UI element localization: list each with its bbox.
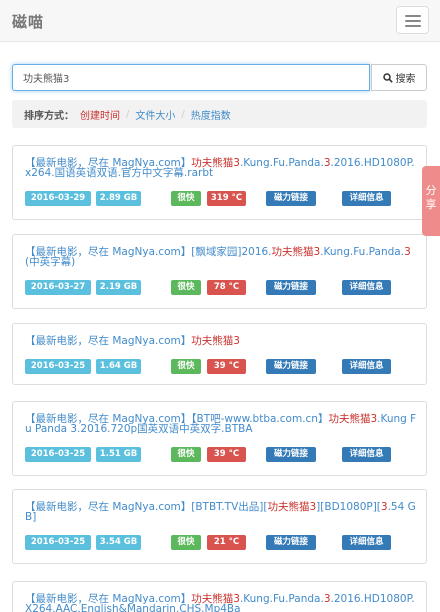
- search-form: 搜索: [12, 64, 427, 91]
- keyword-highlight: 功夫熊猫3: [191, 335, 240, 347]
- result-title-link[interactable]: 【最新电影，尽在 MagNya.com】功夫熊猫3: [25, 335, 417, 347]
- detail-button[interactable]: 详细信息: [342, 280, 391, 295]
- sort-divider: /: [181, 108, 185, 120]
- result-item: 【最新电影，尽在 MagNya.com】功夫熊猫3 2016-03-25 1.64 …: [12, 323, 427, 385]
- result-item: 【最新电影，尽在 MagNya.com】[BTBT.TV出品][功夫熊猫3][B…: [12, 489, 427, 564]
- result-meta: 2016-03-29 2.89 GB 很快 319 °C 磁力链接 详细信息: [25, 191, 417, 206]
- share-label: 分享: [425, 184, 437, 211]
- sort-option-created[interactable]: 创建时间: [80, 107, 120, 122]
- sort-divider: /: [126, 108, 130, 120]
- search-input[interactable]: [12, 64, 370, 91]
- hamburger-icon-bar: [405, 25, 421, 27]
- detail-button[interactable]: 详细信息: [342, 359, 391, 374]
- magnet-link-button[interactable]: 磁力链接: [266, 447, 316, 462]
- share-button[interactable]: 分享: [422, 166, 440, 236]
- result-item: 【最新电影，尽在 MagNya.com】【BT吧-www.btba.com.cn…: [12, 401, 427, 476]
- size-badge: 2.19 GB: [96, 280, 141, 295]
- hamburger-icon-bar: [405, 20, 421, 22]
- magnet-link-button[interactable]: 磁力链接: [266, 535, 316, 550]
- result-title-link[interactable]: 【最新电影，尽在 MagNya.com】[BTBT.TV出品][功夫熊猫3][B…: [25, 501, 417, 523]
- result-item: 【最新电影，尽在 MagNya.com】功夫熊猫3.Kung.Fu.Panda.…: [12, 145, 427, 220]
- heat-badge: 39 °C: [207, 447, 246, 462]
- title-text: ][BD1080P][: [316, 501, 381, 513]
- sort-option-heat[interactable]: 热度指数: [191, 107, 231, 122]
- size-badge: 1.51 GB: [96, 447, 141, 462]
- result-title-link[interactable]: 【最新电影，尽在 MagNya.com】[飘域家园]2016.功夫熊猫3.Kun…: [25, 246, 417, 268]
- date-badge: 2016-03-25: [25, 447, 91, 462]
- magnet-link-button[interactable]: 磁力链接: [266, 359, 316, 374]
- keyword-highlight: 功夫熊猫3: [328, 413, 378, 425]
- speed-badge: 很快: [171, 359, 201, 374]
- magnet-link-button[interactable]: 磁力链接: [266, 280, 316, 295]
- result-item: 【最新电影，尽在 MagNya.com】功夫熊猫3.Kung.Fu.Panda.…: [12, 581, 427, 612]
- size-badge: 1.64 GB: [96, 359, 141, 374]
- keyword-highlight: 3: [323, 157, 331, 169]
- heat-badge: 78 °C: [207, 280, 246, 295]
- result-title-link[interactable]: 【最新电影，尽在 MagNya.com】功夫熊猫3.Kung.Fu.Panda.…: [25, 157, 417, 179]
- sort-option-size[interactable]: 文件大小: [135, 107, 175, 122]
- search-icon: [382, 72, 393, 83]
- result-meta: 2016-03-25 3.54 GB 很快 21 °C 磁力链接 详细信息: [25, 535, 417, 550]
- brand-logo[interactable]: 磁喵: [12, 11, 44, 32]
- result-title-link[interactable]: 【最新电影，尽在 MagNya.com】【BT吧-www.btba.com.cn…: [25, 413, 417, 435]
- date-badge: 2016-03-29: [25, 191, 91, 206]
- speed-badge: 很快: [171, 447, 201, 462]
- keyword-highlight: 3: [380, 501, 388, 513]
- result-meta: 2016-03-25 1.64 GB 很快 39 °C 磁力链接 详细信息: [25, 359, 417, 374]
- date-badge: 2016-03-25: [25, 535, 91, 550]
- keyword-highlight: 功夫熊猫3: [267, 501, 317, 513]
- magnet-link-button[interactable]: 磁力链接: [266, 191, 316, 206]
- result-item: 【最新电影，尽在 MagNya.com】[飘域家园]2016.功夫熊猫3.Kun…: [12, 234, 427, 309]
- speed-badge: 很快: [171, 191, 201, 206]
- detail-button[interactable]: 详细信息: [342, 191, 391, 206]
- detail-button[interactable]: 详细信息: [342, 535, 391, 550]
- title-text: .Kung.Fu.Panda.: [239, 157, 324, 169]
- title-text: .Kung.Fu.Panda.: [320, 246, 405, 258]
- date-badge: 2016-03-25: [25, 359, 91, 374]
- result-meta: 2016-03-25 1.51 GB 很快 39 °C 磁力链接 详细信息: [25, 447, 417, 462]
- result-meta: 2016-03-27 2.19 GB 很快 78 °C 磁力链接 详细信息: [25, 280, 417, 295]
- size-badge: 3.54 GB: [96, 535, 141, 550]
- title-text: 【最新电影，尽在 MagNya.com】[BTBT.TV出品][: [25, 501, 268, 513]
- result-title-link[interactable]: 【最新电影，尽在 MagNya.com】功夫熊猫3.Kung.Fu.Panda.…: [25, 594, 417, 612]
- sort-label: 排序方式：: [24, 110, 74, 122]
- size-badge: 2.89 GB: [96, 191, 141, 206]
- heat-badge: 39 °C: [207, 359, 246, 374]
- heat-badge: 21 °C: [207, 535, 246, 550]
- navbar: 磁喵: [0, 0, 440, 42]
- heat-badge: 319 °C: [207, 191, 246, 206]
- search-button-label: 搜索: [395, 74, 416, 85]
- keyword-highlight: 3: [323, 593, 331, 605]
- title-text: .Kung.Fu.Panda.: [239, 593, 324, 605]
- speed-badge: 很快: [171, 280, 201, 295]
- menu-toggle-button[interactable]: [396, 6, 429, 34]
- title-text: 【最新电影，尽在 MagNya.com】: [25, 335, 192, 347]
- keyword-highlight: 功夫熊猫3: [271, 246, 321, 258]
- sort-bar: 排序方式： 创建时间 / 文件大小 / 热度指数: [12, 100, 427, 128]
- hamburger-icon: [405, 15, 421, 17]
- date-badge: 2016-03-27: [25, 280, 91, 295]
- detail-button[interactable]: 详细信息: [342, 447, 391, 462]
- speed-badge: 很快: [171, 535, 201, 550]
- keyword-highlight: 3: [404, 246, 411, 258]
- search-button[interactable]: 搜索: [371, 64, 427, 91]
- title-text: (中英字幕): [25, 256, 76, 268]
